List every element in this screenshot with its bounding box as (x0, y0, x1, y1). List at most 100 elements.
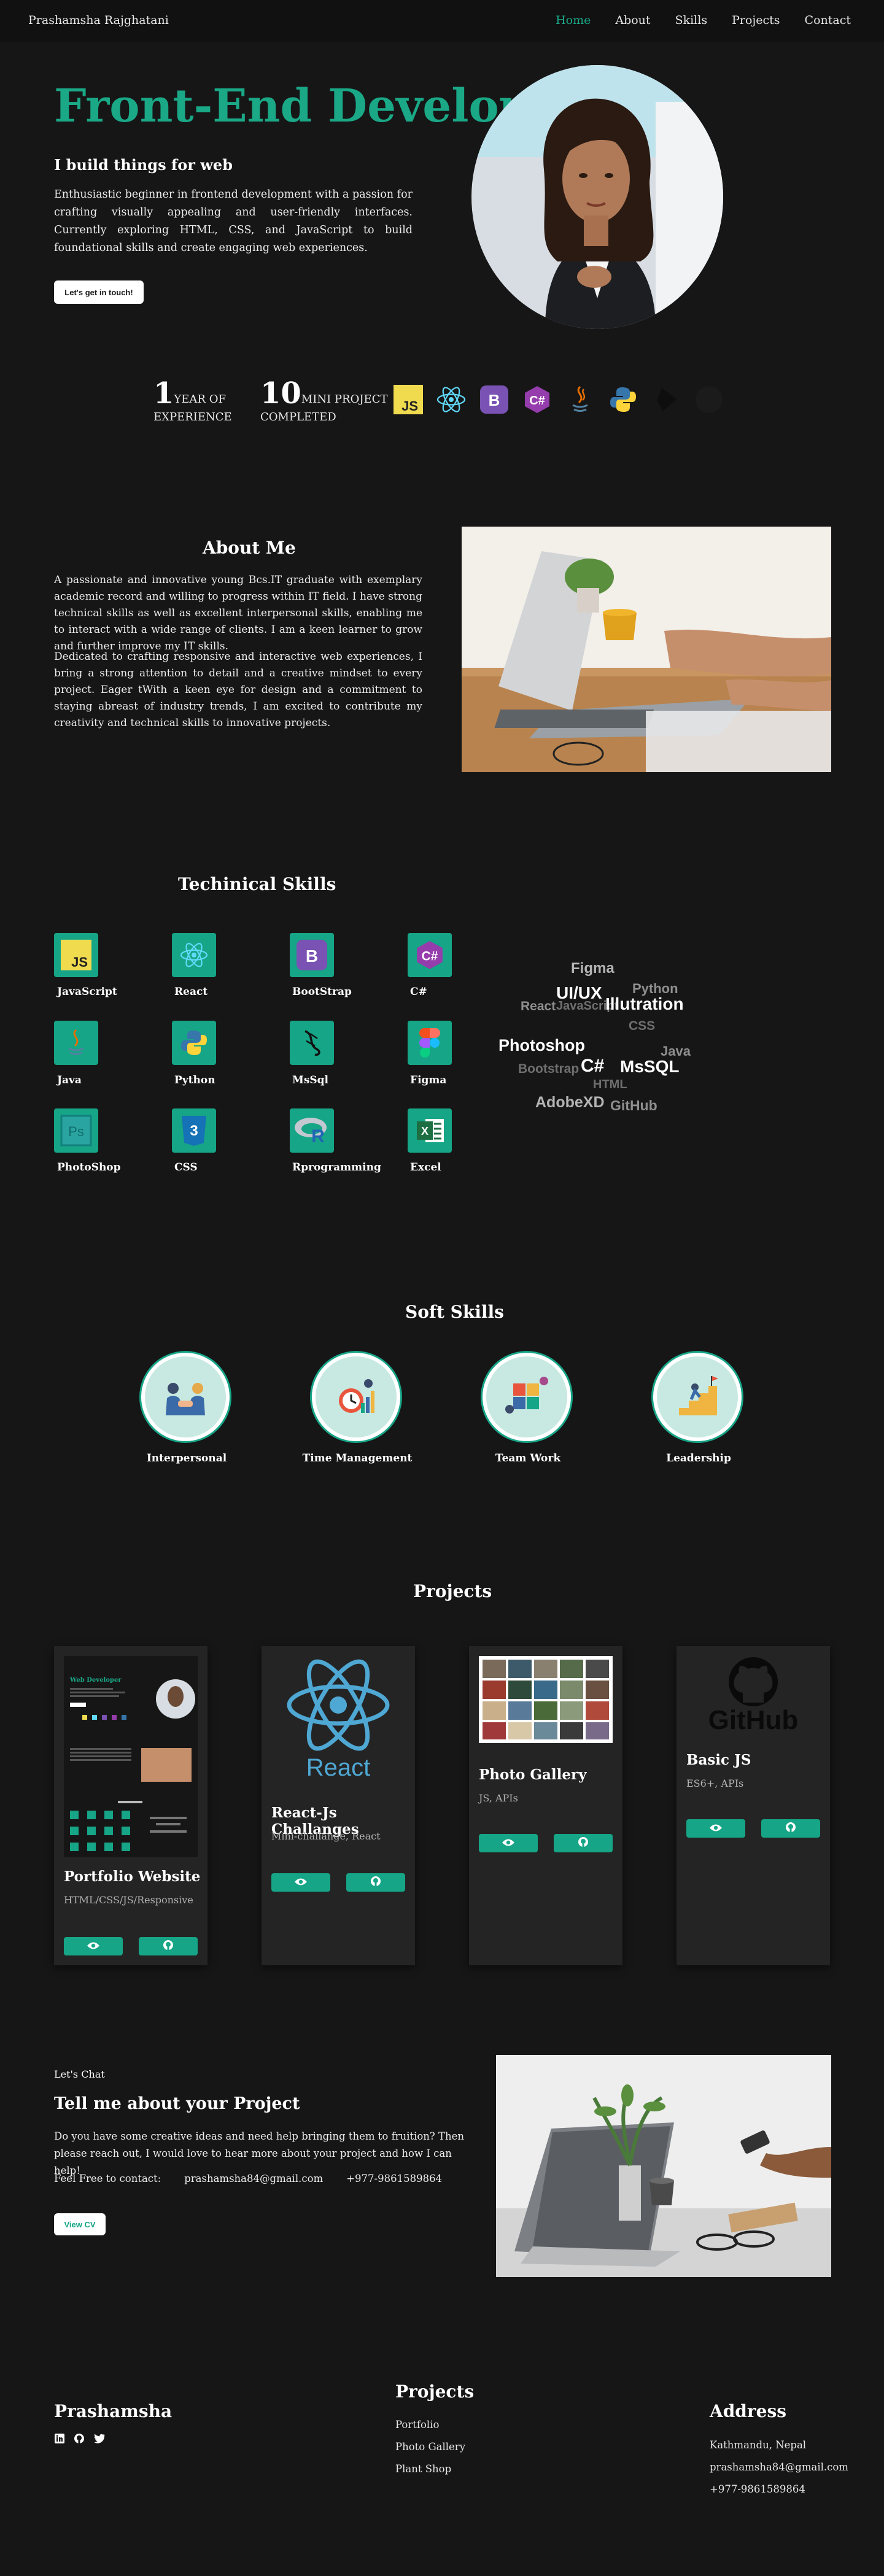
view-project-button[interactable] (64, 1937, 123, 1955)
svg-text:3: 3 (190, 1123, 198, 1139)
footer-brand: Prashamsha (54, 2401, 173, 2421)
github-icon (163, 1940, 174, 1953)
database-icon (290, 1021, 334, 1065)
skill-label: Java (57, 1074, 82, 1086)
handshake-icon (141, 1353, 230, 1441)
cloud-word: AdobeXD (535, 1094, 605, 1111)
cloud-word: GitHub (610, 1097, 657, 1113)
github-link-button[interactable] (346, 1873, 405, 1892)
excel-icon: X (408, 1108, 452, 1153)
react-logo-text: React (306, 1754, 371, 1781)
view-project-button[interactable] (271, 1873, 330, 1892)
github-icon (694, 384, 724, 415)
footer-link-portfolio[interactable]: Portfolio (395, 2419, 439, 2431)
svg-text:X: X (421, 1125, 428, 1137)
svg-text:C#: C# (422, 949, 438, 963)
nav-link-projects[interactable]: Projects (732, 14, 780, 27)
soft-skill-label: Interpersonal (146, 1452, 227, 1464)
svg-text:R: R (311, 1126, 325, 1146)
linkedin-icon[interactable] (54, 2433, 65, 2446)
contact-phone[interactable]: +977-9861589864 (346, 2173, 442, 2184)
github-link-button[interactable] (761, 1819, 820, 1838)
github-icon[interactable] (74, 2433, 85, 2446)
eye-icon (294, 1877, 308, 1889)
skill-label: Python (174, 1074, 215, 1086)
github-logo-text: GitHub (708, 1705, 799, 1735)
footer-link-plant-shop[interactable]: Plant Shop (395, 2463, 451, 2475)
project-card-react: React React-Js Challanges Mini-challange… (262, 1646, 415, 1965)
view-project-button[interactable] (479, 1834, 538, 1852)
skill-label: BootStrap (292, 986, 352, 998)
footer-link-photo-gallery[interactable]: Photo Gallery (395, 2441, 465, 2453)
project-meta: JS, APIs (479, 1792, 518, 1804)
footer-address-phone[interactable]: +977-9861589864 (710, 2483, 805, 2495)
nav-link-home[interactable]: Home (556, 14, 591, 27)
github-icon (785, 1822, 796, 1835)
nav-link-skills[interactable]: Skills (675, 14, 708, 27)
footer-address-email[interactable]: prashamsha84@gmail.com (710, 2461, 848, 2473)
leadership-stairs-icon (653, 1353, 742, 1441)
skill-label: Rprogramming (292, 1161, 381, 1174)
github-link-button[interactable] (139, 1937, 198, 1955)
eye-icon (709, 1823, 723, 1835)
contact-image (496, 2055, 831, 2277)
figma-icon (408, 1021, 452, 1065)
react-icon (436, 384, 467, 415)
python-icon (608, 384, 638, 415)
soft-skill-label: Team Work (495, 1452, 561, 1464)
soft-skill-label: Leadership (666, 1452, 731, 1464)
nav-link-contact[interactable]: Contact (805, 14, 851, 27)
about-paragraph-2: Dedicated to crafting responsive and int… (54, 651, 422, 729)
skills-word-cloud: Figma Python UI/UX React JavaScript Illu… (479, 945, 749, 1129)
project-meta: HTML/CSS/JS/Responsive (64, 1894, 193, 1906)
python-icon (172, 1021, 216, 1065)
csharp-icon: C# (408, 933, 452, 977)
bootstrap-icon: B (290, 933, 334, 977)
contact-description: Do you have some creative ideas and need… (54, 2130, 465, 2176)
brand-name[interactable]: Prashamsha Rajghatani (28, 14, 169, 27)
profile-photo (471, 65, 723, 329)
java-icon (565, 384, 595, 415)
about-heading: About Me (203, 538, 296, 558)
project-thumbnail: Web Developer (64, 1656, 198, 1857)
hero-subtitle: I build things for web (54, 156, 233, 174)
photoshop-icon: Ps (54, 1108, 98, 1153)
cloud-word: Figma (571, 960, 615, 977)
bootstrap-icon: B (479, 384, 510, 415)
javascript-icon: JS (54, 933, 98, 977)
view-cv-button[interactable]: View CV (54, 2213, 106, 2235)
project-title: Portfolio Website (64, 1868, 201, 1885)
java-icon (54, 1021, 98, 1065)
cloud-word: MsSQL (620, 1057, 680, 1076)
stat-experience: 1 YEAR OF (153, 376, 226, 411)
skill-label: C# (410, 986, 427, 998)
github-link-button[interactable] (554, 1834, 613, 1852)
thumbnail-title: Web Developer (70, 1677, 122, 1684)
view-project-button[interactable] (686, 1819, 745, 1838)
svg-text:JS: JS (401, 398, 418, 414)
cloud-word: Photoshop (498, 1036, 585, 1054)
cloud-word: C# (581, 1056, 605, 1076)
project-card-portfolio: Web Developer Portfolio Website HTML/CSS… (54, 1646, 207, 1965)
clock-icon (312, 1353, 400, 1441)
projects-heading: Projects (413, 1581, 492, 1601)
cloud-word: HTML (593, 1078, 627, 1091)
project-meta: ES6+, APIs (686, 1777, 744, 1789)
svg-text:C#: C# (529, 394, 545, 408)
project-title: Basic JS (686, 1752, 751, 1768)
twitter-icon[interactable] (93, 2433, 106, 2446)
stat-label: YEAR OF (174, 393, 226, 406)
hero-description: Enthusiastic beginner in frontend develo… (54, 188, 413, 254)
skill-label: PhotoShop (57, 1161, 121, 1174)
csharp-icon: C# (522, 384, 552, 415)
nav-link-about[interactable]: About (615, 14, 650, 27)
contact-heading: Tell me about your Project (54, 2094, 300, 2113)
github-logo: GitHub (686, 1656, 820, 1736)
cloud-word: Illutration (605, 994, 684, 1013)
svg-text:B: B (489, 391, 500, 409)
lets-chat-label: Let's Chat (54, 2068, 105, 2080)
contact-email[interactable]: prashamsha84@gmail.com (184, 2173, 323, 2184)
get-in-touch-button[interactable]: Let's get in touch! (54, 280, 144, 304)
react-icon (172, 933, 216, 977)
skill-label: MsSql (292, 1074, 329, 1086)
